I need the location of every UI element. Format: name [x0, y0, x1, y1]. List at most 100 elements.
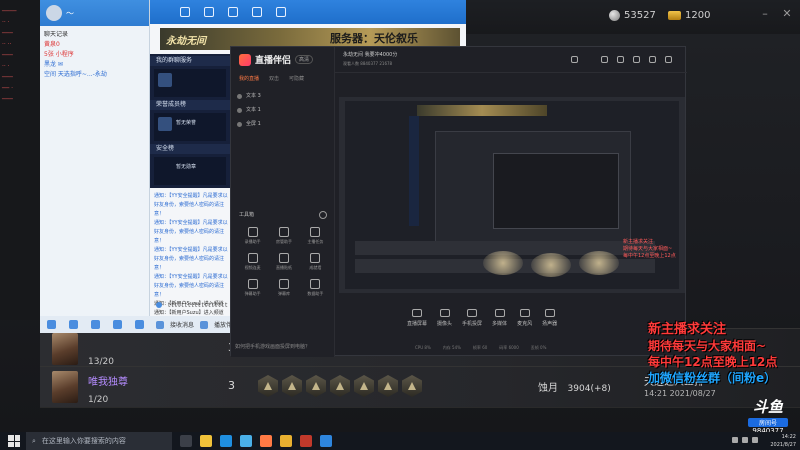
tool-item[interactable]: 房管助手 [268, 227, 299, 245]
tool-item[interactable]: 录播助手 [237, 227, 268, 245]
tool-item[interactable]: 视频连麦 [237, 253, 268, 271]
network-icon[interactable] [732, 437, 738, 443]
game-app-icon[interactable] [300, 435, 312, 447]
input-method-icon[interactable] [752, 437, 758, 443]
home-icon[interactable] [180, 7, 190, 17]
room-title[interactable]: 永劫无间 我要冲4000分 [343, 51, 397, 58]
tab-double-click[interactable]: 双击 [269, 75, 279, 82]
tool-label: 房管助手 [275, 239, 292, 244]
eye-icon[interactable] [237, 107, 242, 113]
emoji-icon[interactable] [46, 320, 56, 329]
clock-date: 2021/8/27 [770, 442, 796, 448]
silver-coin-icon [609, 10, 620, 21]
share-icon[interactable] [665, 56, 672, 63]
search-icon: ⌕ [32, 436, 36, 445]
gear-icon[interactable] [319, 211, 327, 219]
mic-button[interactable]: 麦克风 [517, 309, 532, 339]
app-icon[interactable] [240, 435, 252, 447]
phone-cast-button[interactable]: 手机投屏 [462, 309, 482, 339]
chat-line: 黑龙 ✉ [44, 61, 63, 68]
tool-icon [278, 227, 289, 237]
tool-label: 主播任务 [307, 239, 324, 244]
control-label: 摄像头 [437, 321, 453, 327]
media-button[interactable]: 多媒体 [492, 309, 507, 339]
avatar[interactable] [571, 56, 578, 63]
monitor-icon [412, 309, 422, 317]
gift-icon[interactable] [252, 7, 262, 17]
preview-tag-line: 期待每天与大家相面~ [623, 246, 673, 252]
stream-controls: 直播屏幕 摄像头 手机投屏 多媒体 麦克风 扬声器 [335, 309, 687, 339]
game-top-bar: 53527 1200 – ✕ [465, 0, 800, 34]
tool-icon [310, 227, 321, 237]
scene-item[interactable]: 全屏 1 [237, 117, 261, 131]
windows-taskbar: ⌕ 在这里输入你要搜索的内容 14:22 2021/8/27 [0, 432, 800, 450]
overlay-line-3: 每中午12点至晚上12点 [648, 355, 778, 369]
volume-icon[interactable] [742, 437, 748, 443]
brand-logo-icon [239, 53, 251, 66]
taskbar-search[interactable]: ⌕ 在这里输入你要搜索的内容 [26, 432, 172, 450]
tab-hideable[interactable]: 可隐藏 [289, 75, 304, 82]
room-subtitle: 观看人数 8840377 21678 [343, 61, 393, 66]
rank-badge-icon [378, 375, 398, 397]
chat-toolbar [40, 316, 150, 333]
file-explorer-icon[interactable] [200, 435, 212, 447]
app-icon[interactable] [204, 7, 214, 17]
edge-icon[interactable] [220, 435, 232, 447]
eye-icon[interactable] [237, 121, 242, 127]
taskbar-clock[interactable]: 14:22 2021/8/27 [770, 433, 796, 449]
avatar[interactable] [46, 5, 62, 21]
game-icon[interactable] [228, 7, 238, 17]
scene-item[interactable]: 文本 3 [237, 89, 261, 103]
speaker-button[interactable]: 扬声器 [542, 309, 557, 339]
overlay-line-2: 期待每天与大家相面~ [648, 339, 767, 353]
screen-capture-button[interactable]: 直播屏幕 [407, 309, 427, 339]
receive-icon[interactable] [156, 320, 164, 329]
status-item: CPU 8% [415, 345, 431, 350]
stream-titlebar: 永劫无间 我要冲4000分 观看人数 8840377 21678 [335, 47, 687, 73]
task-view-icon[interactable] [180, 435, 192, 447]
music-icon[interactable] [200, 320, 209, 329]
system-tray [732, 437, 758, 443]
tool-item[interactable]: 弹幕库 [268, 279, 299, 297]
menu-icon[interactable] [649, 56, 656, 63]
eye-icon[interactable] [237, 93, 242, 99]
mic-icon[interactable] [68, 320, 78, 329]
preview-canvas: 新主播求关注 期待每天与大家相面~ 每中午12点至晚上12点 [345, 101, 679, 289]
status-item: 码率 6000 [499, 345, 519, 350]
file-icon[interactable] [112, 320, 122, 329]
tool-label: 录播助手 [244, 239, 261, 244]
stream-main: 永劫无间 我要冲4000分 观看人数 8840377 21678 新主播求关注 … [335, 47, 687, 357]
close-icon[interactable]: ✕ [781, 8, 793, 20]
silver-amount: 53527 [624, 10, 656, 21]
tool-label: 弹幕库 [277, 291, 290, 296]
tool-item[interactable]: 成就墙 [300, 253, 331, 271]
member-card[interactable] [154, 69, 226, 97]
tool-item[interactable]: 直播贴纸 [268, 253, 299, 271]
copy-icon[interactable] [633, 56, 640, 63]
stream-overlay-text: 新主播求关注 期待每天与大家相面~ 每中午12点至晚上12点 加微信粉丝群（间粉… [648, 322, 800, 386]
left-chat-strip: ──── ·· · ─── ·· ·· ─── ·· · ─── ── · ─── [0, 0, 40, 320]
mail-icon[interactable] [601, 56, 608, 63]
receive-label[interactable]: 接收消息 [170, 320, 194, 329]
preview-overlay-text: 新主播求关注 期待每天与大家相面~ 每中午12点至晚上12点 [623, 239, 676, 260]
settings-icon[interactable] [276, 7, 286, 17]
stream-preview[interactable]: 新主播求关注 期待每天与大家相面~ 每中午12点至晚上12点 [339, 97, 685, 293]
tool-item[interactable]: 主播任务 [300, 227, 331, 245]
streaming-app-icon[interactable] [260, 435, 272, 447]
lock-icon[interactable] [617, 56, 624, 63]
chat-app-icon[interactable] [320, 435, 332, 447]
status-item: 帧率 60 [472, 345, 488, 350]
help-link[interactable]: 如何把手机游戏画面投屏到电脑？ [235, 343, 310, 350]
control-label: 手机投屏 [462, 321, 483, 327]
tool-grid: 录播助手 房管助手 主播任务 视频连麦 直播贴纸 成就墙 弹幕助手 弹幕库 数据… [237, 227, 331, 297]
tool-item[interactable]: 数据助手 [300, 279, 331, 297]
more-icon[interactable] [134, 320, 144, 329]
tab-my-live[interactable]: 我的直播 [239, 75, 259, 82]
image-icon[interactable] [90, 320, 100, 329]
minimize-icon[interactable]: – [759, 8, 771, 20]
windows-start-icon[interactable] [8, 435, 20, 447]
tool-item[interactable]: 弹幕助手 [237, 279, 268, 297]
scene-item[interactable]: 文本 1 [237, 103, 261, 117]
folder-icon[interactable] [280, 435, 292, 447]
camera-button[interactable]: 摄像头 [437, 309, 452, 339]
